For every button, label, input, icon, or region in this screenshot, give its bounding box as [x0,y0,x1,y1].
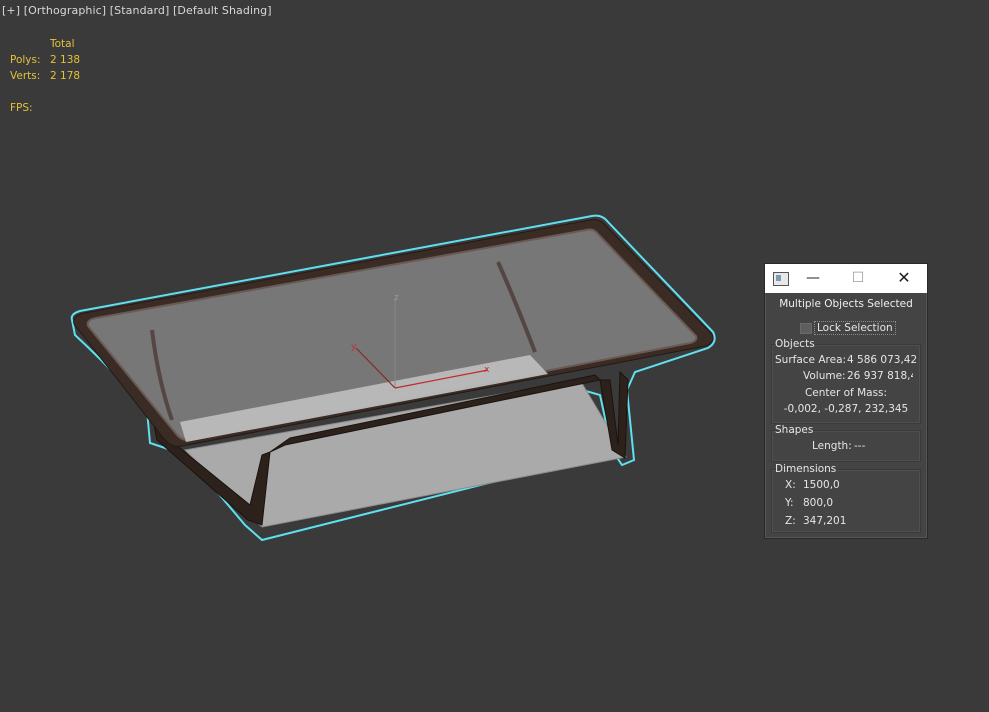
length-label: Length: [812,440,852,452]
volume-label: Volume: [803,370,846,382]
dimensions-title: Dimensions [775,463,837,475]
lock-selection-label[interactable]: Lock Selection [814,321,896,335]
selection-title: Multiple Objects Selected [779,298,913,310]
center-of-mass-label: Center of Mass: [804,387,888,399]
lock-selection-toggle[interactable]: Lock Selection [800,321,896,335]
dim-x-label: X: [785,479,796,491]
lock-selection-checkbox[interactable] [800,322,812,334]
measure-app-icon [773,272,789,286]
measure-dialog[interactable]: — ☐ ✕ Multiple Objects Selected Lock Sel… [764,263,928,539]
minimize-button[interactable]: — [801,268,825,288]
close-button[interactable]: ✕ [892,268,916,288]
dim-z-label: Z: [785,515,796,527]
gizmo-z-label: z [394,293,399,303]
dim-z-value: 347,201 [803,515,847,527]
gizmo-x-label: x [484,365,490,375]
length-value: --- [854,440,866,452]
volume-value: 26 937 818,4 [847,370,913,382]
gizmo-y-label: y [351,342,357,352]
shapes-title: Shapes [775,424,814,436]
center-of-mass-value: -0,002, -0,287, 232,345 [783,403,909,415]
dim-y-label: Y: [785,497,794,509]
maximize-button[interactable]: ☐ [846,268,870,288]
dim-y-value: 800,0 [803,497,834,509]
objects-title: Objects [775,338,815,350]
surface-area-label: Surface Area: [775,354,847,366]
dim-x-value: 1500,0 [803,479,840,491]
surface-area-value: 4 586 073,42 [847,354,918,366]
measure-titlebar[interactable]: — ☐ ✕ [765,264,927,293]
